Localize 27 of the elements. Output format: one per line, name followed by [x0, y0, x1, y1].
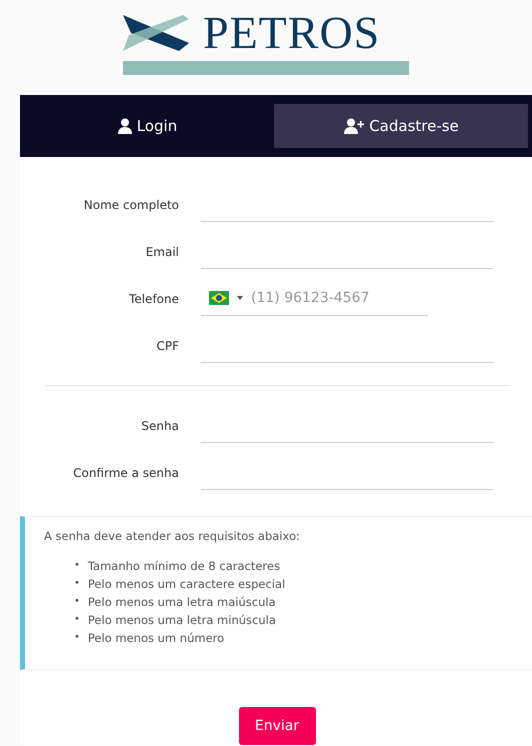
- logo-icon: [123, 13, 189, 53]
- logo-text: PETROS: [203, 8, 380, 58]
- requirement-item: Pelo menos uma letra maiúscula: [88, 594, 276, 611]
- bullet: •: [74, 631, 80, 645]
- user-add-icon: [343, 118, 366, 134]
- field-label: Confirme a senha: [72, 466, 179, 480]
- field-label: CPF: [155, 338, 179, 352]
- tab[interactable]: Cadastre-se: [274, 104, 528, 148]
- field-label: Senha: [140, 418, 179, 432]
- caret-icon: [237, 296, 243, 300]
- requirement-item: Pelo menos um caractere especial: [88, 576, 286, 593]
- user-icon: [116, 118, 133, 134]
- bullet: •: [74, 577, 80, 591]
- tab[interactable]: Login: [20, 104, 274, 148]
- submit-button[interactable]: Enviar: [238, 707, 316, 745]
- requirements-title: A senha deve atender aos requisitos abaixo:: [44, 529, 301, 543]
- requirement-item: Pelo menos uma letra minúscula: [88, 612, 276, 629]
- field-label: Email: [144, 244, 179, 258]
- brazil-flag-icon: [209, 291, 229, 305]
- bullet: •: [74, 595, 80, 609]
- phone-field[interactable]: (11) 96123-4567: [201, 282, 428, 316]
- requirement-item: Pelo menos um número: [88, 630, 224, 647]
- bullet: •: [74, 559, 80, 573]
- requirement-item: Tamanho mínimo de 8 caracteres: [88, 558, 280, 575]
- bullet: •: [74, 613, 80, 627]
- field-label: Telefone: [128, 292, 179, 306]
- field-label: Nome completo: [82, 198, 179, 212]
